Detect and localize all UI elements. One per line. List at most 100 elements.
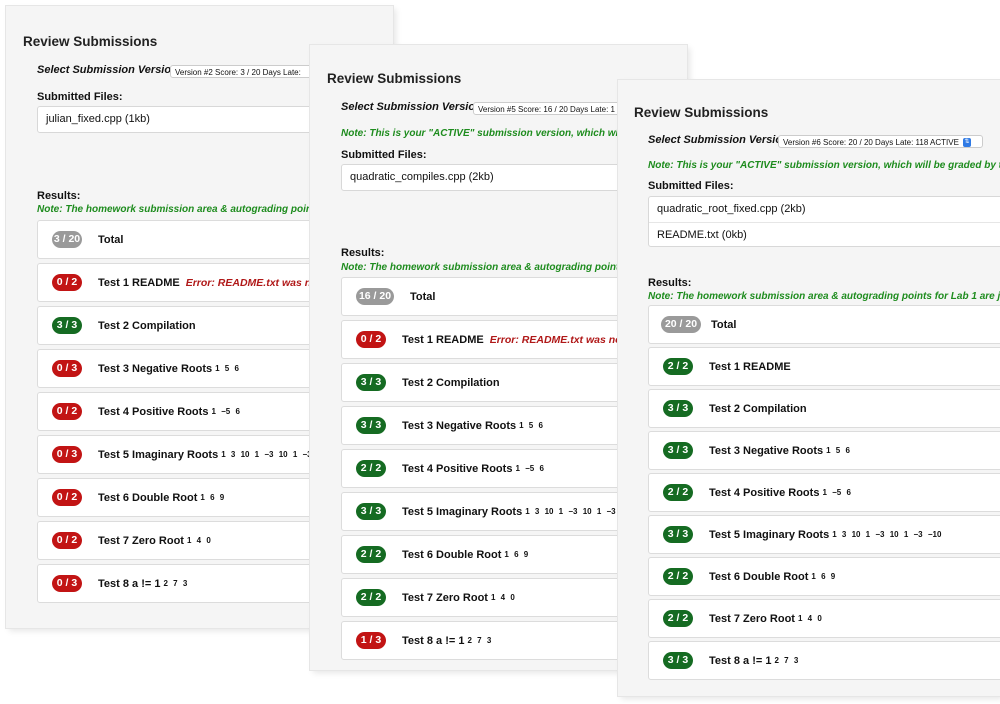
score-badge: 3 / 3: [52, 317, 82, 334]
result-label: Test 2 Compilation: [98, 319, 196, 332]
test-args: 1 −5 6: [211, 407, 240, 416]
result-row-total: 20 / 20 Total: [648, 305, 1000, 344]
test-args: 1 3 10 1 −3 10 1 −3 −10: [832, 530, 942, 539]
test-args: 2 7 3: [467, 636, 492, 645]
result-row-test-5[interactable]: 3 / 3 Test 5 Imaginary Roots 1 3 10 1 −3…: [648, 515, 1000, 554]
score-badge: 3 / 3: [663, 526, 693, 543]
select-version-label: Select Submission Version:: [648, 134, 793, 146]
results-label: Results:: [37, 190, 81, 202]
score-badge: 16 / 20: [356, 288, 394, 305]
submitted-files-label: Submitted Files:: [341, 149, 427, 161]
result-label: Test 7 Zero Root: [402, 591, 488, 604]
result-row-test-2[interactable]: 3 / 3 Test 2 Compilation: [648, 389, 1000, 428]
test-args: 1 6 9: [200, 493, 225, 502]
result-label: Test 6 Double Root: [98, 491, 198, 504]
score-badge: 3 / 3: [663, 400, 693, 417]
results-label: Results:: [648, 277, 692, 289]
score-badge: 3 / 3: [663, 442, 693, 459]
test-args: 1 −5 6: [515, 464, 544, 473]
score-badge: 3 / 3: [663, 652, 693, 669]
test-args: 1 4 0: [490, 593, 515, 602]
score-badge: 0 / 2: [52, 489, 82, 506]
result-label: Test 6 Double Root: [402, 548, 502, 561]
result-row-test-1[interactable]: 2 / 2 Test 1 README: [648, 347, 1000, 386]
file-link[interactable]: README.txt (0kb): [649, 222, 1000, 247]
results-label: Results:: [341, 247, 385, 259]
test-args: 2 7 3: [774, 656, 799, 665]
score-badge: 20 / 20: [661, 316, 701, 333]
result-row-test-4[interactable]: 2 / 2 Test 4 Positive Roots 1 −5 6: [648, 473, 1000, 512]
score-badge: 3 / 3: [356, 374, 386, 391]
test-args: 1 4 0: [186, 536, 211, 545]
result-label: Test 2 Compilation: [402, 376, 500, 389]
result-row-test-7[interactable]: 2 / 2 Test 7 Zero Root 1 4 0: [648, 599, 1000, 638]
score-badge: 2 / 2: [356, 460, 386, 477]
score-badge: 3 / 3: [356, 417, 386, 434]
submitted-files-label: Submitted Files:: [648, 180, 734, 192]
result-label: Test 7 Zero Root: [709, 612, 795, 625]
result-label: Test 3 Negative Roots: [402, 419, 517, 432]
result-label: Test 1 README: [402, 333, 484, 346]
test-args: 1 5 6: [519, 421, 543, 430]
result-label: Test 6 Double Root: [709, 570, 809, 583]
active-note: Note: This is your "ACTIVE" submission v…: [648, 160, 1000, 171]
panel-title: Review Submissions: [634, 105, 769, 120]
result-label: Test 4 Positive Roots: [98, 405, 209, 418]
dropdown-arrow-icon: ⇅: [962, 138, 971, 147]
score-badge: 3 / 20: [52, 231, 82, 248]
result-label: Test 2 Compilation: [709, 402, 807, 415]
score-badge: 2 / 2: [356, 589, 386, 606]
result-label: Test 8 a != 1: [402, 634, 465, 647]
result-row-test-6[interactable]: 2 / 2 Test 6 Double Root 1 6 9: [648, 557, 1000, 596]
version-select[interactable]: Version #6 Score: 20 / 20 Days Late: 118…: [778, 135, 983, 148]
result-row-test-3[interactable]: 3 / 3 Test 3 Negative Roots 1 5 6: [648, 431, 1000, 470]
score-badge: 2 / 2: [663, 610, 693, 627]
test-args: 1 6 9: [504, 550, 529, 559]
test-args: 1 4 0: [797, 614, 822, 623]
results-note: Note: The homework submission area & aut…: [648, 291, 1000, 302]
version-select-value: Version #5 Score: 16 / 20 Days Late: 1: [478, 105, 615, 114]
test-args: 2 7 3: [163, 579, 188, 588]
submitted-files-list: quadratic_root_fixed.cpp (2kb) README.tx…: [648, 196, 1000, 247]
select-version-label: Select Submission Version:: [37, 64, 182, 76]
result-label: Test 1 README: [98, 276, 180, 289]
version-select-value: Version #2 Score: 3 / 20 Days Late:: [175, 68, 301, 77]
result-label: Test 4 Positive Roots: [402, 462, 513, 475]
score-badge: 1 / 3: [356, 632, 386, 649]
score-badge: 2 / 2: [663, 358, 693, 375]
result-label: Test 3 Negative Roots: [709, 444, 824, 457]
result-label: Test 8 a != 1: [709, 654, 772, 667]
result-label: Test 5 Imaginary Roots: [98, 448, 219, 461]
version-select[interactable]: Version #5 Score: 16 / 20 Days Late: 1: [473, 102, 633, 115]
score-badge: 0 / 2: [52, 274, 82, 291]
panel-title: Review Submissions: [23, 34, 158, 49]
result-label: Total: [711, 318, 737, 331]
score-badge: 0 / 2: [52, 532, 82, 549]
result-label: Test 5 Imaginary Roots: [709, 528, 830, 541]
score-badge: 0 / 3: [52, 575, 82, 592]
result-label: Test 3 Negative Roots: [98, 362, 213, 375]
result-label: Test 8 a != 1: [98, 577, 161, 590]
result-label: Test 1 README: [709, 360, 791, 373]
test-args: 1 5 6: [826, 446, 850, 455]
test-args: 1 −5 6: [822, 488, 851, 497]
score-badge: 0 / 2: [356, 331, 386, 348]
result-label: Total: [98, 233, 124, 246]
test-args: 1 6 9: [811, 572, 836, 581]
score-badge: 3 / 3: [356, 503, 386, 520]
result-label: Test 5 Imaginary Roots: [402, 505, 523, 518]
version-select-value: Version #6 Score: 20 / 20 Days Late: 118…: [783, 138, 959, 147]
result-row-test-8[interactable]: 3 / 3 Test 8 a != 1 2 7 3: [648, 641, 1000, 680]
score-badge: 2 / 2: [663, 568, 693, 585]
score-badge: 0 / 3: [52, 360, 82, 377]
score-badge: 2 / 2: [663, 484, 693, 501]
score-badge: 2 / 2: [356, 546, 386, 563]
select-version-label: Select Submission Version:: [341, 101, 486, 113]
result-label: Test 4 Positive Roots: [709, 486, 820, 499]
panel-title: Review Submissions: [327, 71, 462, 86]
result-label: Total: [410, 290, 436, 303]
score-badge: 0 / 2: [52, 403, 82, 420]
test-args: 1 5 6: [215, 364, 239, 373]
file-link[interactable]: quadratic_root_fixed.cpp (2kb): [649, 197, 1000, 222]
version-select[interactable]: Version #2 Score: 3 / 20 Days Late:: [170, 65, 320, 78]
